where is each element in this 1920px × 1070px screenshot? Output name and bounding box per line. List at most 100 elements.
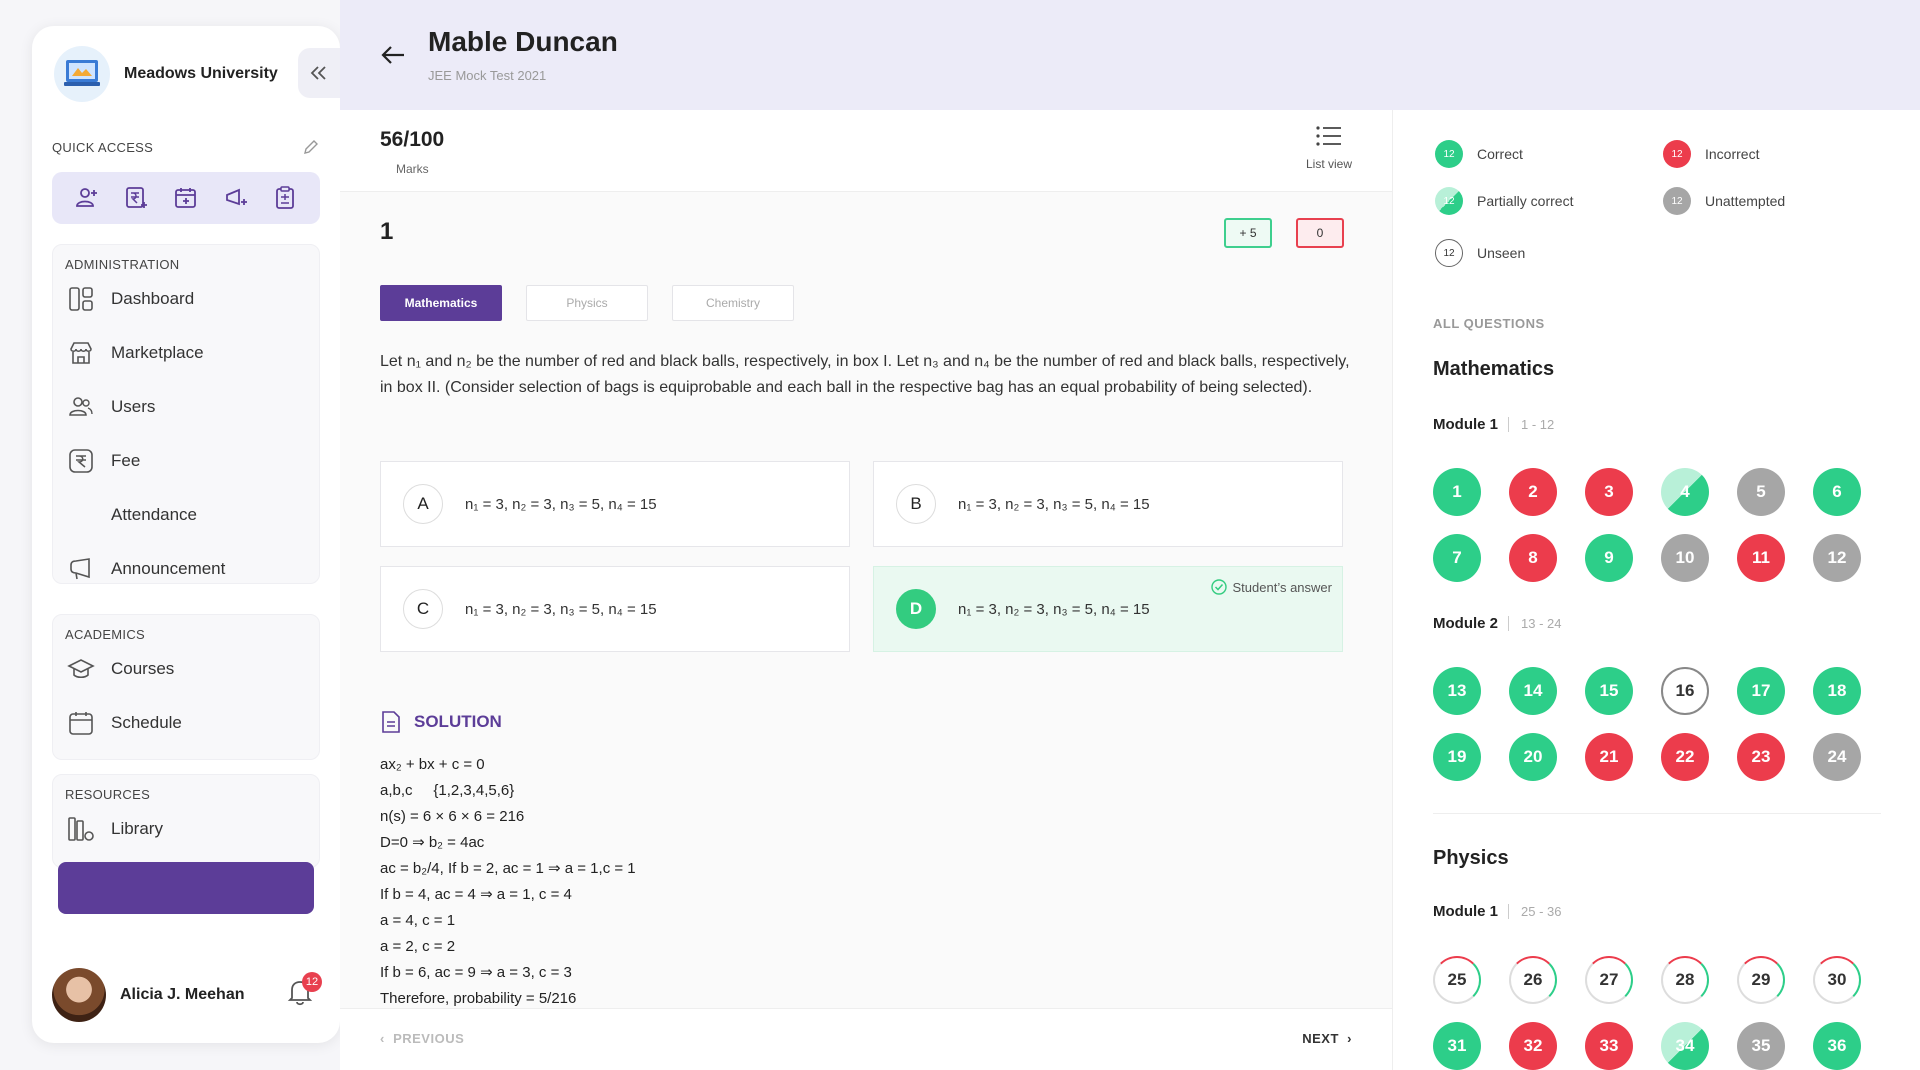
brand[interactable]: Meadows University — [54, 46, 278, 102]
question-bubble-incorrect[interactable]: 21 — [1585, 733, 1633, 781]
marketplace-icon — [67, 339, 95, 367]
add-calendar-icon[interactable] — [173, 185, 199, 211]
tab-chemistry[interactable]: Chemistry — [672, 285, 794, 321]
question-bubble-correct[interactable]: 31 — [1433, 1022, 1481, 1070]
nav-group-resources: RESOURCES Library — [52, 774, 320, 868]
option-c[interactable]: C n₁ = 3, n₂ = 3, n₃ = 5, n₄ = 15 — [380, 566, 850, 652]
student-name: Mable Duncan — [428, 26, 618, 57]
question-bubble-incorrect[interactable]: 22 — [1661, 733, 1709, 781]
question-bubble-unseen[interactable]: 16 — [1661, 667, 1709, 715]
tab-mathematics[interactable]: Mathematics — [380, 285, 502, 321]
question-bubble-partial[interactable]: 34 — [1661, 1022, 1709, 1070]
question-grid: 1 2 3 4 5 6 7 8 9 10 11 12 — [1433, 468, 1861, 582]
question-bubble-ring[interactable]: 25 — [1433, 956, 1481, 1004]
pencil-icon[interactable] — [302, 138, 320, 156]
question-bubble-incorrect[interactable]: 8 — [1509, 534, 1557, 582]
module-name: Module 1 — [1433, 416, 1499, 433]
question-bubble-correct[interactable]: 15 — [1585, 667, 1633, 715]
question-bubble-unattempted[interactable]: 12 — [1813, 534, 1861, 582]
question-bubble-incorrect[interactable]: 11 — [1737, 534, 1785, 582]
sidebar-item-fee[interactable]: Fee — [53, 434, 319, 488]
question-bubble-incorrect[interactable]: 3 — [1585, 468, 1633, 516]
option-text: n₁ = 3, n₂ = 3, n₃ = 5, n₄ = 15 — [958, 600, 1150, 618]
back-arrow-icon[interactable] — [378, 40, 408, 70]
list-icon — [1316, 126, 1341, 146]
subject-tabs: Mathematics Physics Chemistry — [380, 285, 794, 321]
marks-label: Marks — [396, 162, 429, 176]
question-bubble-correct[interactable]: 13 — [1433, 667, 1481, 715]
question-bubble-unattempted[interactable]: 10 — [1661, 534, 1709, 582]
option-letter: C — [403, 589, 443, 629]
option-d[interactable]: D n₁ = 3, n₂ = 3, n₃ = 5, n₄ = 15 Studen… — [873, 566, 1343, 652]
legend-correct: 12 Correct — [1435, 140, 1523, 168]
solution-line: ax₂ + bx + c = 0 — [380, 756, 485, 773]
question-bubble-ring[interactable]: 30 — [1813, 956, 1861, 1004]
question-bubble-incorrect[interactable]: 32 — [1509, 1022, 1557, 1070]
question-bubble-correct[interactable]: 1 — [1433, 468, 1481, 516]
option-text: n₁ = 3, n₂ = 3, n₃ = 5, n₄ = 15 — [465, 495, 657, 513]
question-bubble-unattempted[interactable]: 35 — [1737, 1022, 1785, 1070]
solution-steps: ax₂ + bx + c = 0 a,b,c {1,2,3,4,5,6} n(s… — [380, 752, 636, 1008]
question-bubble-incorrect[interactable]: 33 — [1585, 1022, 1633, 1070]
question-bubble-correct[interactable]: 17 — [1737, 667, 1785, 715]
rupee-icon — [67, 447, 95, 475]
sidebar-item-label: Marketplace — [111, 343, 204, 362]
question-bubble-partial[interactable]: 4 — [1661, 468, 1709, 516]
question-bubble-unattempted[interactable]: 5 — [1737, 468, 1785, 516]
sidebar-item-announcement[interactable]: Announcement — [53, 542, 319, 596]
sidebar-item-courses[interactable]: Courses — [53, 642, 319, 696]
sidebar-item-dashboard[interactable]: Dashboard — [53, 272, 319, 326]
calendar-icon — [67, 709, 95, 737]
module-header: Module 1 1 - 12 — [1433, 416, 1554, 433]
next-button[interactable]: NEXT › — [1302, 1031, 1352, 1046]
quick-access-header: QUICK ACCESS — [52, 138, 320, 156]
question-bubble-incorrect[interactable]: 23 — [1737, 733, 1785, 781]
question-bubble-ring[interactable]: 26 — [1509, 956, 1557, 1004]
sidebar-item-users[interactable]: Users — [53, 380, 319, 434]
question-bubble-correct[interactable]: 18 — [1813, 667, 1861, 715]
question-bubble-correct[interactable]: 7 — [1433, 534, 1481, 582]
question-grid: 13 14 15 16 17 18 19 20 21 22 23 24 — [1433, 667, 1861, 781]
notification-bell[interactable]: 12 — [284, 972, 322, 1012]
question-bubble-correct[interactable]: 14 — [1509, 667, 1557, 715]
tab-physics[interactable]: Physics — [526, 285, 648, 321]
add-task-icon[interactable] — [272, 185, 298, 211]
sidebar-active-item[interactable] — [58, 862, 314, 914]
question-bubble-ring[interactable]: 29 — [1737, 956, 1785, 1004]
question-bubble-unattempted[interactable]: 24 — [1813, 733, 1861, 781]
previous-button[interactable]: ‹ PREVIOUS — [380, 1031, 464, 1046]
user-profile[interactable]: Alicia J. Meehan 12 — [52, 968, 322, 1022]
option-a[interactable]: A n₁ = 3, n₂ = 3, n₃ = 5, n₄ = 15 — [380, 461, 850, 547]
sidebar-item-library[interactable]: Library — [53, 802, 319, 856]
subject-title-physics: Physics — [1433, 847, 1509, 869]
question-bubble-correct[interactable]: 19 — [1433, 733, 1481, 781]
question-overview-panel: 12 Correct 12 Incorrect 12 Partially cor… — [1392, 110, 1920, 1070]
solution-line: D=0 ⇒ b₂ = 4ac — [380, 834, 485, 851]
add-user-icon[interactable] — [74, 185, 100, 211]
question-bubble-ring[interactable]: 27 — [1585, 956, 1633, 1004]
question-body: 1 + 5 0 Mathematics Physics Chemistry Le… — [340, 192, 1392, 1008]
question-bubble-incorrect[interactable]: 2 — [1509, 468, 1557, 516]
question-bubble-ring[interactable]: 28 — [1661, 956, 1709, 1004]
question-bubble-correct[interactable]: 20 — [1509, 733, 1557, 781]
sidebar-item-attendance[interactable]: Attendance — [53, 488, 319, 542]
sidebar-item-label: Announcement — [111, 559, 226, 578]
list-view-button[interactable]: List view — [1306, 124, 1352, 171]
question-text-line: Let n₁ and n₂ be the number of red and b… — [380, 353, 1350, 370]
add-fee-icon[interactable] — [123, 185, 149, 211]
solution-line: ac = b₂/4, If b = 2, ac = 1 ⇒ a = 1,c = … — [380, 860, 636, 877]
sidebar-item-marketplace[interactable]: Marketplace — [53, 326, 319, 380]
chevron-right-icon: › — [1347, 1031, 1352, 1046]
question-bubble-correct[interactable]: 9 — [1585, 534, 1633, 582]
option-b[interactable]: B n₁ = 3, n₂ = 3, n₃ = 5, n₄ = 15 — [873, 461, 1343, 547]
nav-group-academics: ACADEMICS Courses Schedule — [52, 614, 320, 760]
collapse-sidebar-button[interactable] — [298, 48, 340, 98]
marks-value: 56/100 — [380, 128, 445, 151]
negative-score-badge: 0 — [1296, 218, 1344, 248]
module-range: 25 - 36 — [1508, 904, 1562, 919]
add-announcement-icon[interactable] — [223, 185, 249, 211]
sidebar-item-schedule[interactable]: Schedule — [53, 696, 319, 750]
module-name: Module 1 — [1433, 903, 1499, 920]
question-bubble-correct[interactable]: 6 — [1813, 468, 1861, 516]
question-bubble-correct[interactable]: 36 — [1813, 1022, 1861, 1070]
